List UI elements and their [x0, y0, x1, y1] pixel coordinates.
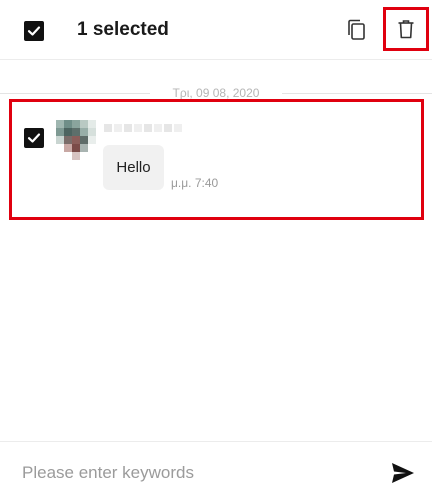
- copy-button[interactable]: [343, 17, 369, 43]
- date-text: Τρι, 09 08, 2020: [166, 86, 266, 100]
- date-divider-label: Τρι, 09 08, 2020: [0, 86, 432, 100]
- select-all-checkbox[interactable]: [24, 21, 44, 41]
- delete-button[interactable]: [383, 7, 429, 51]
- checkmark-icon: [27, 133, 41, 143]
- selection-toolbar: 1 selected: [0, 0, 432, 60]
- trash-icon: [398, 20, 414, 39]
- selection-count-title: 1 selected: [77, 19, 169, 40]
- sender-name-redacted: [104, 124, 182, 132]
- message-composer: [0, 441, 432, 500]
- checkmark-icon: [27, 26, 41, 36]
- send-icon: [392, 463, 414, 483]
- message-text: Hello: [116, 159, 151, 176]
- message-select-checkbox[interactable]: [24, 128, 44, 148]
- message-timestamp: μ.μ. 7:40: [171, 176, 219, 190]
- copy-icon: [348, 19, 365, 40]
- avatar[interactable]: [56, 120, 96, 160]
- keyword-input[interactable]: [22, 462, 362, 484]
- message-bubble[interactable]: Hello: [103, 145, 164, 190]
- send-button[interactable]: [390, 460, 416, 486]
